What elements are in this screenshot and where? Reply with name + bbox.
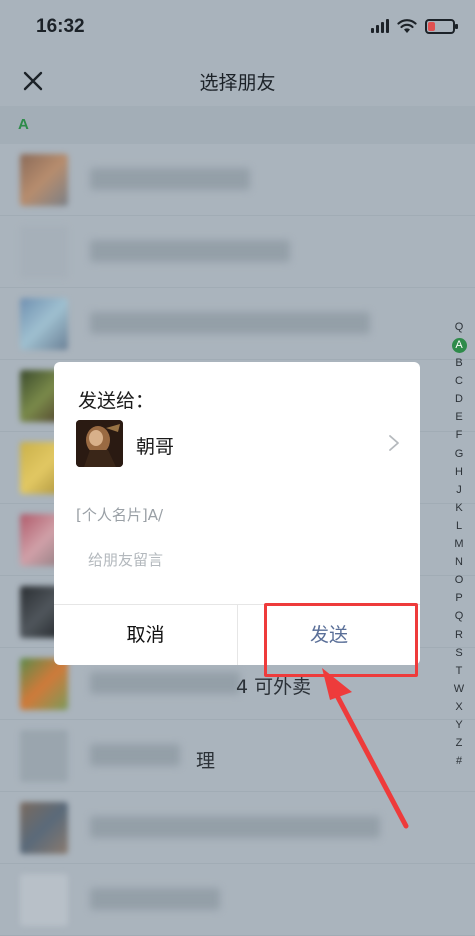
card-preview-label: [个人名片]A/ [76, 506, 164, 524]
alphabet-index-item[interactable]: B [450, 354, 468, 372]
alphabet-index-item[interactable]: K [450, 499, 468, 517]
alphabet-index-item[interactable]: N [450, 553, 468, 571]
avatar [20, 154, 68, 206]
cellular-signal-icon [371, 19, 389, 33]
alphabet-index-item[interactable]: F [450, 426, 468, 444]
list-item[interactable] [0, 216, 475, 288]
dialog-title: 发送给： [78, 390, 155, 412]
contact-name-blurred [90, 672, 240, 694]
alphabet-index-item[interactable]: C [450, 372, 468, 390]
section-letter: A [18, 116, 29, 133]
alphabet-index-item[interactable]: J [450, 481, 468, 499]
recipient-row[interactable]: 朝哥 [76, 420, 400, 470]
nav-bar: 选择朋友 [0, 56, 475, 106]
list-item[interactable] [0, 864, 475, 936]
alphabet-index-item[interactable]: E [450, 408, 468, 426]
alphabet-index-item[interactable]: D [450, 390, 468, 408]
alphabet-index-item[interactable]: T [450, 662, 468, 680]
chevron-right-icon [389, 435, 399, 451]
alphabet-index-item[interactable]: S [450, 644, 468, 662]
list-item[interactable] [0, 144, 475, 216]
alphabet-index-item[interactable]: L [450, 517, 468, 535]
avatar [20, 874, 68, 926]
status-icons [371, 18, 458, 34]
status-bar: 16:32 [0, 0, 475, 56]
wifi-icon [397, 19, 417, 33]
contact-name-blurred [90, 888, 220, 910]
alphabet-index-item[interactable]: W [450, 680, 468, 698]
contact-name: 理 [196, 750, 216, 772]
contact-name-blurred [90, 816, 380, 838]
contact-name-blurred [90, 240, 290, 262]
avatar [20, 658, 68, 710]
contact-name-blurred [90, 312, 370, 334]
alphabet-index-item[interactable]: M [450, 535, 468, 553]
alphabet-index-item[interactable]: H [450, 463, 468, 481]
annotation-highlight-box [264, 603, 418, 677]
list-item[interactable] [0, 288, 475, 360]
alphabet-index-item[interactable]: Q [450, 318, 468, 336]
recipient-name: 朝哥 [136, 436, 175, 458]
status-time: 16:32 [36, 16, 85, 37]
section-header: A [0, 106, 475, 144]
avatar [20, 730, 68, 782]
contact-name-blurred [90, 744, 180, 766]
alphabet-index[interactable]: Q A B C D E F G H J K L M N O P Q R S T W X Y Z # [449, 318, 469, 770]
avatar [20, 802, 68, 854]
alphabet-index-item[interactable]: Y [450, 716, 468, 734]
alphabet-index-item[interactable]: G [450, 445, 468, 463]
alphabet-index-item[interactable]: P [450, 589, 468, 607]
alphabet-index-item[interactable]: A [451, 337, 467, 353]
alphabet-index-item[interactable]: Z [450, 734, 468, 752]
alphabet-index-item[interactable]: Q [450, 607, 468, 625]
message-input[interactable] [88, 548, 388, 572]
list-item[interactable] [0, 792, 475, 864]
alphabet-index-item[interactable]: # [450, 752, 468, 770]
page-title: 选择朋友 [199, 72, 276, 94]
alphabet-index-item[interactable]: R [450, 626, 468, 644]
contact-name-blurred [90, 168, 250, 190]
recipient-avatar [76, 420, 123, 467]
alphabet-index-item[interactable]: X [450, 698, 468, 716]
avatar [20, 298, 68, 350]
cancel-button[interactable]: 取消 [54, 605, 237, 665]
avatar [20, 226, 68, 278]
alphabet-index-item[interactable]: O [450, 571, 468, 589]
battery-low-icon [425, 18, 458, 34]
list-item[interactable]: 理 [0, 720, 475, 792]
